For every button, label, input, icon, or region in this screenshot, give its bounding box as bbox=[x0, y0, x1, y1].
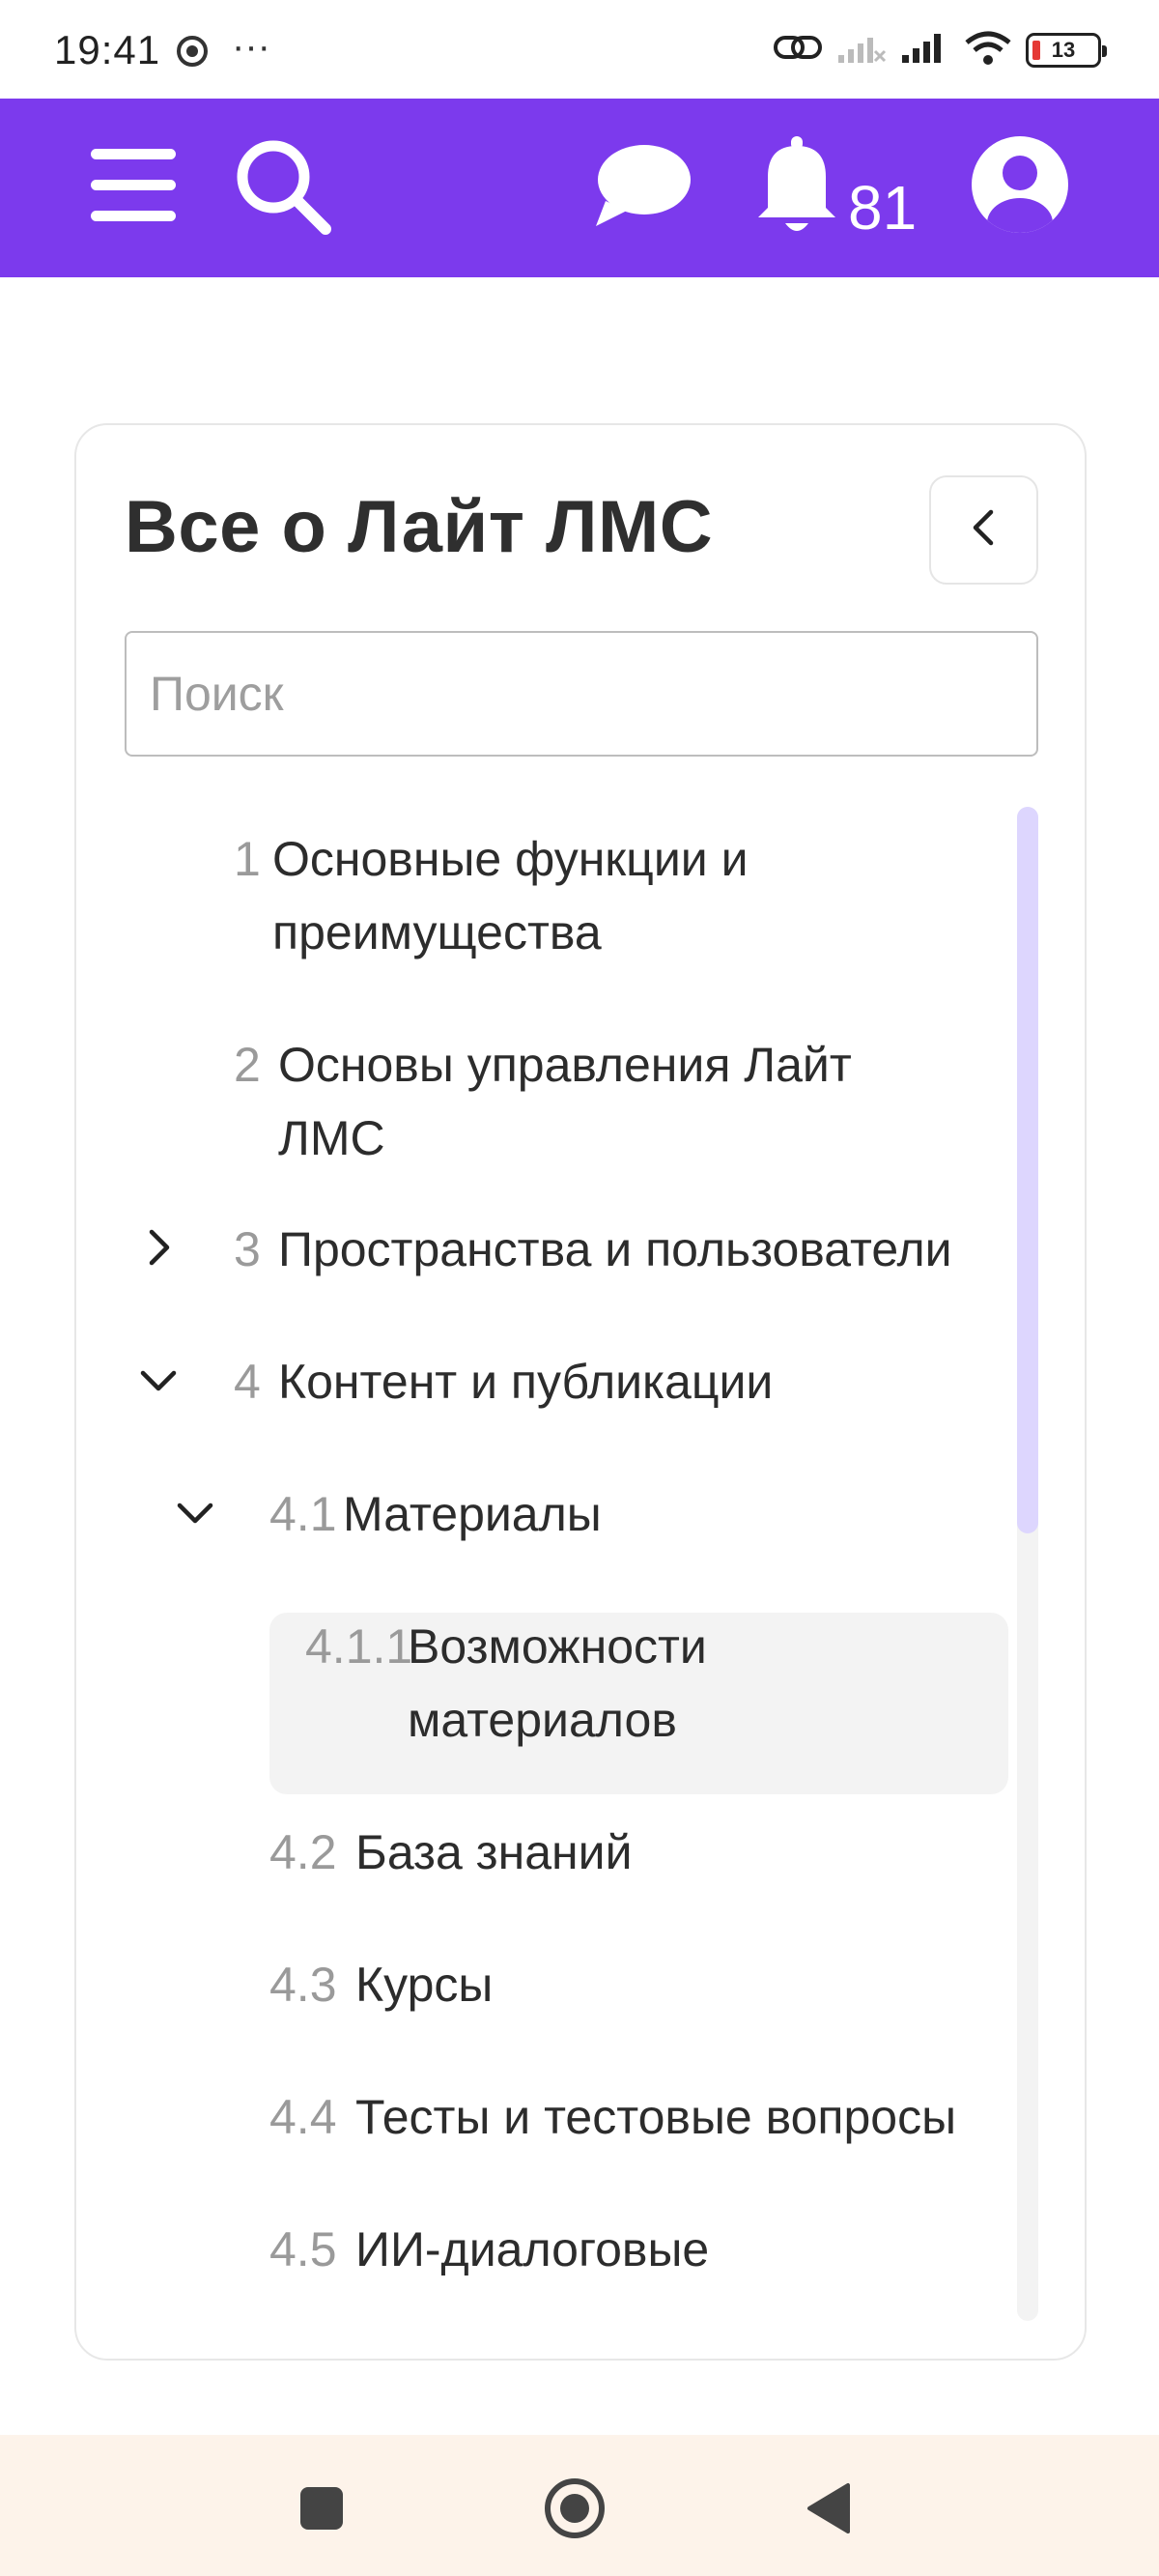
toc-item-number: 1 bbox=[234, 832, 261, 886]
home-circle-icon bbox=[543, 2476, 607, 2545]
toc-item[interactable]: 1 Основные функции и преимущества bbox=[234, 822, 987, 977]
toc-item[interactable]: 4 Контент и публикации bbox=[234, 1345, 987, 1418]
home-button[interactable] bbox=[536, 2472, 613, 2549]
recents-square-icon bbox=[298, 2485, 345, 2536]
search-button[interactable] bbox=[230, 135, 336, 242]
link-icon bbox=[773, 30, 823, 70]
toc-item[interactable]: 3 Пространства и пользователи bbox=[234, 1213, 997, 1286]
expand-section-button[interactable] bbox=[129, 1220, 187, 1278]
toc-item[interactable]: 4.1 Материалы bbox=[269, 1477, 1004, 1551]
status-time: 19:41 bbox=[54, 27, 161, 72]
top-app-bar: 81 bbox=[0, 99, 1159, 277]
toc-item-title-line: Основы управления Лайт bbox=[278, 1038, 852, 1092]
bell-icon bbox=[754, 134, 839, 240]
toc-item-number: 4.1.1 bbox=[305, 1619, 413, 1674]
profile-button[interactable] bbox=[969, 135, 1071, 238]
chevron-left-icon bbox=[968, 508, 1001, 552]
toc-item[interactable]: 4.2 База знаний bbox=[269, 1816, 1004, 1889]
notifications-button[interactable] bbox=[749, 133, 845, 240]
status-bar: 19:41 ··· 13 bbox=[0, 0, 1159, 99]
toc-item-title-line: Тесты и тестовые вопросы bbox=[355, 2090, 957, 2144]
chevron-right-icon bbox=[144, 1228, 173, 1272]
toc-item[interactable]: 4.5 ИИ-диалоговые bbox=[269, 2213, 1004, 2286]
system-navigation-bar bbox=[0, 2435, 1159, 2576]
menu-button[interactable] bbox=[85, 139, 182, 236]
toc-item-title-line: Контент и публикации bbox=[278, 1355, 774, 1409]
more-notifications-dots: ··· bbox=[232, 25, 270, 68]
user-icon bbox=[970, 134, 1070, 240]
toc-item-title-line: Основные функции и bbox=[272, 832, 749, 886]
notification-count-badge: 81 bbox=[848, 173, 918, 243]
toc-item[interactable]: 2 Основы управления Лайт ЛМС bbox=[234, 1028, 987, 1183]
knowledge-toc-card: Все о Лайт ЛМС 1 Основные функции и преи… bbox=[74, 423, 1087, 2361]
chat-button[interactable] bbox=[589, 139, 695, 236]
back-button[interactable] bbox=[789, 2472, 866, 2549]
page-title: Все о Лайт ЛМС bbox=[125, 486, 714, 568]
toc-item[interactable]: 4.3 Курсы bbox=[269, 1948, 1004, 2021]
toc-item-title-line: База знаний bbox=[355, 1825, 633, 1879]
toc-item[interactable]: 4.4 Тесты и тестовые вопросы bbox=[269, 2080, 1004, 2154]
toc-item-number: 4.3 bbox=[269, 1958, 337, 2012]
scrollbar-thumb[interactable] bbox=[1017, 807, 1038, 1533]
collapse-section-button[interactable] bbox=[166, 1485, 224, 1543]
toc-item-title-line: материалов bbox=[408, 1693, 677, 1747]
chat-icon bbox=[592, 141, 693, 235]
chevron-down-icon bbox=[139, 1365, 178, 1399]
battery-icon: 13 bbox=[1026, 32, 1107, 68]
toc-item-title-line: Материалы bbox=[343, 1487, 602, 1541]
toc-item-title-line: ЛМС bbox=[278, 1111, 385, 1165]
collapse-panel-button[interactable] bbox=[929, 475, 1038, 585]
chrome-icon bbox=[177, 36, 208, 72]
toc-item-title-line: Пространства и пользователи bbox=[278, 1222, 952, 1276]
toc-item-number: 2 bbox=[234, 1038, 261, 1092]
collapse-section-button[interactable] bbox=[129, 1353, 187, 1411]
toc-item-active[interactable]: 4.1.1 Возможности материалов bbox=[305, 1610, 1001, 1764]
no-signal-icon bbox=[836, 30, 887, 70]
toc-item-title-line: преимущества bbox=[272, 905, 602, 959]
back-triangle-icon bbox=[804, 2481, 852, 2540]
toc-item-number: 4.4 bbox=[269, 2090, 337, 2144]
toc-item-number: 4.5 bbox=[269, 2222, 337, 2276]
toc-item-number: 3 bbox=[234, 1222, 261, 1276]
menu-icon bbox=[89, 145, 178, 231]
toc-item-number: 4.1 bbox=[269, 1487, 337, 1541]
toc-item-number: 4.2 bbox=[269, 1825, 337, 1879]
signal-icon bbox=[900, 30, 950, 70]
recents-button[interactable] bbox=[283, 2472, 360, 2549]
toc-search-input[interactable] bbox=[125, 631, 1038, 757]
toc-item-title-line: Возможности bbox=[408, 1619, 707, 1674]
toc-item-number: 4 bbox=[234, 1355, 261, 1409]
wifi-icon bbox=[964, 29, 1012, 71]
search-icon bbox=[233, 136, 333, 242]
toc-item-title-line: ИИ-диалоговые bbox=[355, 2222, 710, 2276]
toc-item-title-line: Курсы bbox=[355, 1958, 494, 2012]
chevron-down-icon bbox=[176, 1498, 214, 1531]
